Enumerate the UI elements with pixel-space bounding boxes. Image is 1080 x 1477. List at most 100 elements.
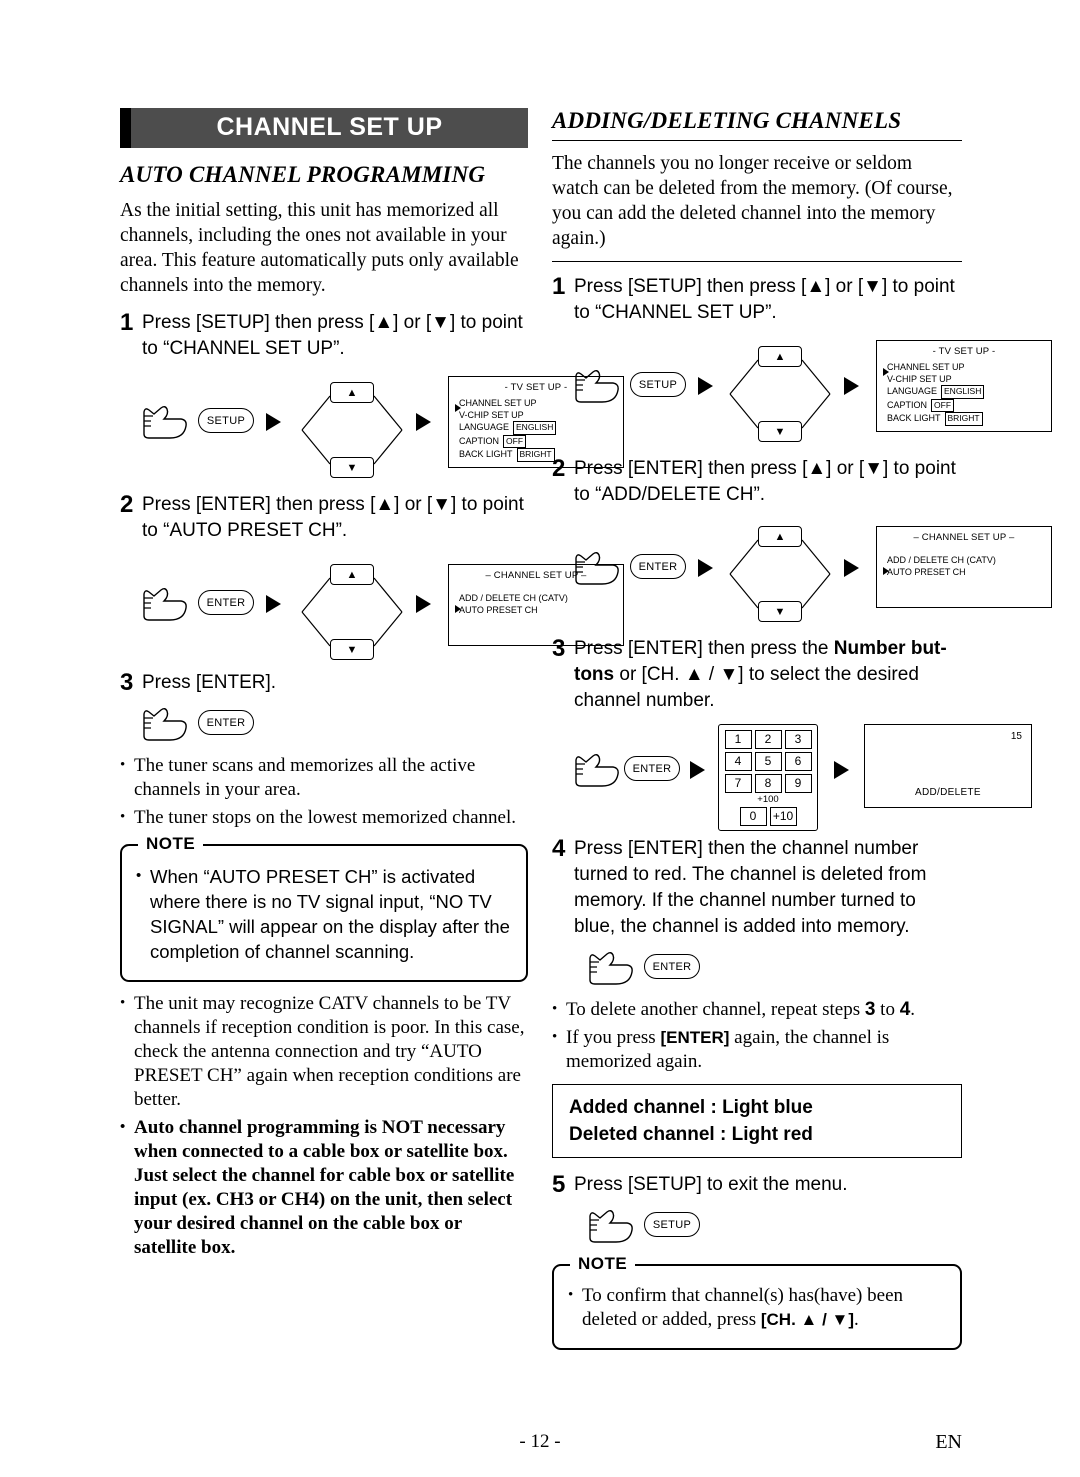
key-7: 7 [724, 773, 752, 793]
tv-set-up-osd: - TV SET UP - CHANNEL SET UP V-CHIP SET … [876, 340, 1052, 432]
right-note-text: To confirm that channel(s) has(have) bee… [568, 1283, 946, 1332]
osd-rows: CHANNEL SET UP V-CHIP SET UP LANGUAGE ENG… [887, 362, 1051, 426]
setup-key: SETUP [630, 372, 686, 397]
auto-channel-programming-heading: AUTO CHANNEL PROGRAMMING [120, 162, 486, 187]
key-2: 2 [754, 729, 782, 749]
osd-channel-number: 15 [1010, 731, 1022, 742]
note-label: NOTE [570, 1254, 636, 1274]
left-step-2-number: 2 [120, 491, 134, 518]
setup-key: SETUP [644, 1212, 700, 1237]
left-step-3-text: Press [ENTER]. [142, 672, 277, 693]
left-step-2-up-down-diamond: ▲ ▼ [296, 564, 408, 660]
channel-set-up-banner: CHANNEL SET UP [120, 108, 528, 148]
left-after-bullets: The tuner scans and memorizes all the ac… [120, 753, 528, 830]
key-5: 5 [754, 751, 782, 771]
right-step-5: 5 Press [SETUP] to exit the menu. [552, 1172, 962, 1198]
keypad-row: 0 +10 [723, 805, 813, 827]
left-step-2-text-a: Press [ENTER] then press [ [142, 494, 376, 515]
osd-row: CAPTION OFF [887, 398, 1051, 412]
osd-row: ADD / DELETE CH (CATV) [887, 555, 996, 565]
hand-pointer-icon [586, 1208, 636, 1249]
keypad-row: 1 2 3 [723, 728, 813, 750]
left-note-text: When “AUTO PRESET CH” is activated where… [136, 863, 512, 964]
arrow-right-icon-2 [834, 761, 849, 779]
right-step-5-text: Press [SETUP] to exit the menu. [574, 1174, 848, 1195]
down-triangle-icon: ▼ [431, 312, 450, 333]
right-step-3-text-b: Number but- [833, 638, 947, 659]
osd-pointer-icon [883, 368, 889, 376]
hand-pointer-icon [572, 752, 622, 793]
enter-key: ENTER [644, 954, 700, 979]
left-step-1-text-b: ] or [ [393, 312, 432, 333]
osd-row: V-CHIP SET UP [887, 373, 952, 384]
right-step-3: 3 Press [ENTER] then press the Number bu… [552, 636, 962, 714]
osd-row: CHANNEL SET UP [887, 362, 965, 372]
added-channel-label: Added channel : Light blue [569, 1097, 813, 1118]
key-9: 9 [784, 773, 812, 793]
left-step-1: 1 Press [SETUP] then press [▲] or [▼] to… [120, 310, 528, 362]
right-step-1-diagram: SETUP ▲ ▼ - TV SET UP - CHANNEL SET UP V… [552, 332, 1052, 444]
key-1: 1 [724, 729, 752, 749]
list-item: If you press [ENTER] again, the channel … [552, 1025, 962, 1074]
arrow-right-icon [266, 595, 281, 613]
language-code: EN [935, 1431, 962, 1453]
manual-page: CHANNEL SET UP AUTO CHANNEL PROGRAMMING … [0, 0, 1080, 1477]
add-delete-osd: 15 ADD/DELETE [864, 724, 1032, 808]
arrow-right-icon [698, 377, 713, 395]
right-step-1: 1 Press [SETUP] then press [▲] or [▼] to… [552, 274, 962, 326]
left-step-1-diagram: SETUP ▲ ▼ - TV SET UP - CHANNEL SET UP V… [120, 368, 624, 480]
hand-pointer-icon [140, 404, 190, 445]
right-step-3-diagram: ENTER 1 2 3 4 5 6 7 8 9 +100 0 +10 15 AD… [552, 720, 1032, 831]
right-step-4-text: Press [ENTER] then the channel number tu… [574, 838, 927, 937]
right-note-box: NOTE To confirm that channel(s) has(have… [552, 1254, 962, 1350]
right-step-2: 2 Press [ENTER] then press [▲] or [▼] to… [552, 456, 962, 508]
left-step-2-diagram: ENTER ▲ ▼ – CHANNEL SET UP – ADD / DELET… [120, 550, 624, 662]
left-step-3-number: 3 [120, 669, 134, 696]
right-step-3-text-c: tons [574, 664, 615, 685]
hand-pointer-icon [572, 550, 622, 591]
right-step-1-up-down-diamond: ▲ ▼ [724, 346, 836, 442]
right-step-1-text-b: ] or [ [825, 276, 864, 297]
left-step-2-text: Press [ENTER] then press [▲] or [▼] to p… [142, 492, 528, 544]
key-8: 8 [754, 773, 782, 793]
osd-pointer-icon [455, 605, 461, 613]
up-triangle-icon: ▲ [374, 312, 394, 333]
osd-title: - TV SET UP - [932, 346, 996, 357]
hand-pointer-icon [572, 368, 622, 409]
plus-100-label: +100 [757, 794, 779, 805]
osd-rows: ADD / DELETE CH (CATV) AUTO PRESET CH [887, 555, 1051, 578]
key-0: 0 [739, 806, 767, 826]
right-step-3-text-d: or [CH. ▲ / ▼] to select the desired cha… [574, 664, 919, 711]
key-plus-10: +10 [769, 806, 797, 826]
osd-row: AUTO PRESET CH [887, 566, 966, 577]
right-step-3-number: 3 [552, 635, 566, 662]
down-triangle-icon: ▼ [864, 458, 883, 479]
list-item: The tuner scans and memorizes all the ac… [120, 753, 528, 802]
list-item: The unit may recognize CATV channels to … [120, 991, 528, 1112]
key-3: 3 [784, 729, 812, 749]
number-keypad: 1 2 3 4 5 6 7 8 9 +100 0 +10 [718, 724, 818, 831]
right-step-4: 4 Press [ENTER] then the channel number … [552, 836, 962, 940]
arrow-right-icon [698, 559, 713, 577]
right-step-2-number: 2 [552, 455, 566, 482]
arrow-right-icon-2 [416, 413, 431, 431]
right-step-2-text: Press [ENTER] then press [▲] or [▼] to p… [574, 456, 962, 508]
list-item: The tuner stops on the lowest memorized … [120, 805, 528, 830]
osd-title: – CHANNEL SET UP – [913, 532, 1015, 543]
osd-pointer-icon [455, 404, 461, 412]
right-step-3-text-a: Press [ENTER] then press the [574, 638, 834, 659]
left-step-2: 2 Press [ENTER] then press [▲] or [▼] to… [120, 492, 528, 544]
setup-key: SETUP [198, 408, 254, 433]
right-step-1-text: Press [SETUP] then press [▲] or [▼] to p… [574, 274, 962, 326]
deleted-channel-label: Deleted channel : Light red [569, 1124, 813, 1145]
arrow-right-icon-2 [416, 595, 431, 613]
left-step-1-up-down-diamond: ▲ ▼ [296, 382, 408, 478]
enter-key: ENTER [198, 710, 254, 735]
heading-rule [552, 140, 962, 141]
down-triangle-icon: ▼ [432, 494, 451, 515]
adding-deleting-intro: The channels you no longer receive or se… [552, 153, 953, 249]
hand-pointer-icon [140, 706, 190, 747]
right-step-5-number: 5 [552, 1171, 566, 1198]
down-triangle-icon: ▼ [863, 276, 882, 297]
channel-color-legend-box: Added channel : Light blue Deleted chann… [552, 1084, 962, 1158]
